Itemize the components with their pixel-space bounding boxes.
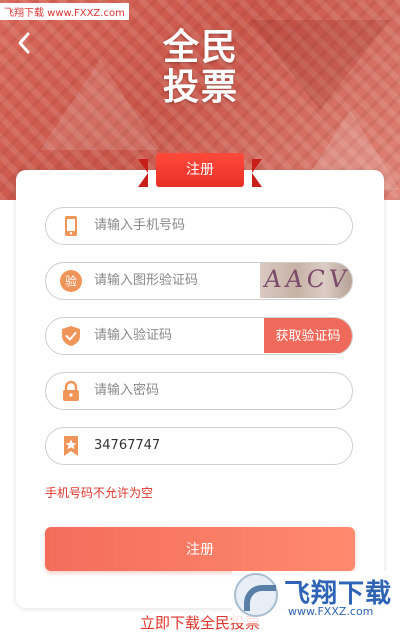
- sms-code-input[interactable]: [94, 318, 254, 353]
- sms-code-field: 获取验证码: [45, 317, 353, 355]
- invite-code-field: [45, 427, 353, 465]
- phone-input[interactable]: [94, 208, 294, 243]
- logo-icon: [234, 573, 278, 617]
- error-message: 手机号码不允许为空: [45, 486, 154, 500]
- chevron-left-icon: [18, 32, 30, 54]
- captcha-field: 验 AACV: [45, 262, 353, 300]
- captcha-badge-text: 验: [65, 274, 77, 289]
- phone-field: [45, 207, 353, 245]
- captcha-badge-icon: 验: [60, 270, 82, 292]
- bookmark-star-icon: [64, 436, 78, 456]
- shield-check-icon: [62, 326, 80, 346]
- password-field: [45, 372, 353, 410]
- ribbon-wing-left: [138, 159, 148, 187]
- site-watermark: 飞翔下载 www.FXXZ.com: [0, 3, 129, 20]
- captcha-text: AACV: [262, 265, 352, 293]
- banner-shape: [250, 20, 390, 110]
- lock-icon: [63, 380, 79, 401]
- invite-code-input[interactable]: [94, 428, 294, 463]
- ribbon-label: 注册: [156, 153, 244, 187]
- captcha-image[interactable]: AACV: [260, 263, 352, 298]
- ribbon-wing-right: [252, 159, 262, 187]
- phone-icon: [65, 216, 77, 236]
- logo-line-2: 投票: [162, 67, 239, 108]
- watermark-url: www.FXXZ.com: [288, 605, 374, 618]
- app-logo-title: 全民 投票: [156, 28, 246, 108]
- logo-line-1: 全民: [162, 27, 239, 68]
- back-button[interactable]: [10, 28, 40, 58]
- get-code-button[interactable]: 获取验证码: [264, 318, 352, 353]
- password-input[interactable]: [94, 373, 294, 408]
- banner-shape: [40, 60, 160, 150]
- site-watermark-logo: 飞翔下载 www.FXXZ.com: [232, 571, 392, 623]
- register-button[interactable]: 注册: [45, 527, 355, 571]
- register-ribbon: 注册: [138, 153, 262, 187]
